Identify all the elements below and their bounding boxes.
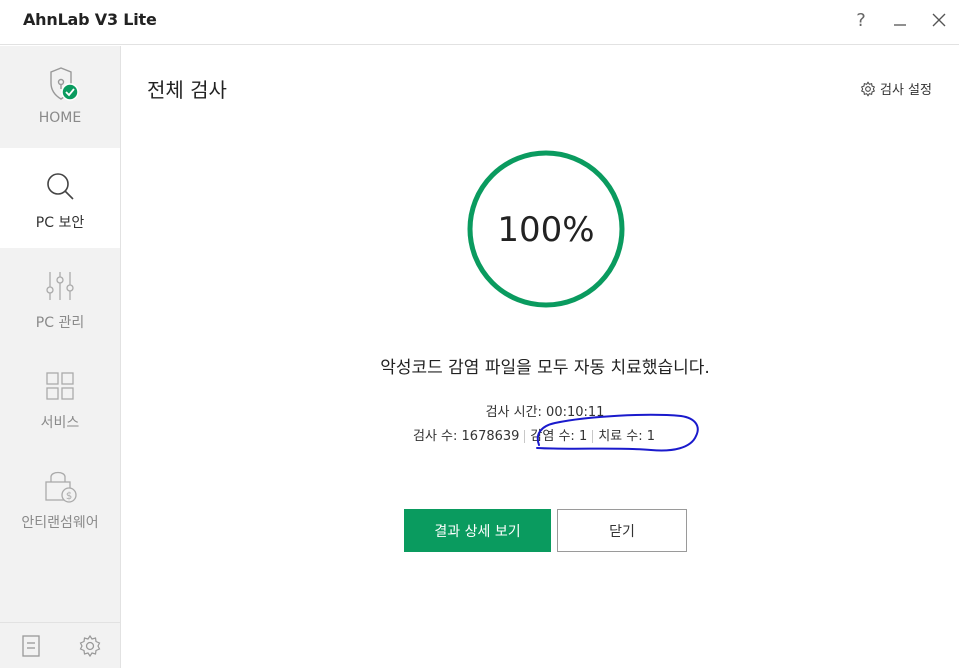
lock-dollar-icon: $ <box>40 466 80 506</box>
scan-time: 검사 시간: 00:10:11 <box>485 405 605 420</box>
sidebar-item-label: PC 관리 <box>35 315 85 331</box>
search-icon <box>40 166 80 206</box>
sidebar-item-pc-management[interactable]: PC 관리 <box>0 248 120 348</box>
scan-count: 검사 수: 1678639 <box>413 429 520 444</box>
minimize-button[interactable] <box>888 8 912 32</box>
sidebar-item-home[interactable]: HOME <box>0 46 120 146</box>
divider <box>592 430 594 443</box>
scan-settings-label: 검사 설정 <box>880 83 932 98</box>
gear-icon <box>860 80 876 97</box>
cured-count: 치료 수: 1 <box>598 429 656 444</box>
sidebar-item-service[interactable]: 서비스 <box>0 348 120 448</box>
shield-check-icon <box>40 64 80 104</box>
close-button[interactable] <box>927 8 951 32</box>
title-bar: AhnLab V3 Lite ? <box>0 0 959 45</box>
grid-icon <box>40 366 80 406</box>
sidebar-item-label: 서비스 <box>40 415 80 431</box>
sidebar-item-label: PC 보안 <box>35 215 85 231</box>
help-button[interactable]: ? <box>849 8 873 32</box>
sliders-icon <box>40 266 80 306</box>
sidebar-item-label: HOME <box>38 110 82 126</box>
scan-counts: 검사 수: 1678639 감염 수: 1 치료 수: 1 <box>413 425 655 444</box>
infected-count: 감염 수: 1 <box>530 429 588 444</box>
view-results-button[interactable]: 결과 상세 보기 <box>404 509 551 552</box>
sidebar-item-label: 안티랜섬웨어 <box>21 515 99 531</box>
result-message: 악성코드 감염 파일을 모두 자동 치료했습니다. <box>380 358 710 378</box>
sidebar-footer <box>0 622 120 668</box>
close-icon <box>932 13 946 27</box>
gear-icon[interactable] <box>78 634 102 662</box>
svg-text:$: $ <box>66 491 72 502</box>
document-icon[interactable] <box>20 634 42 662</box>
progress-percent: 100% <box>497 210 595 250</box>
help-icon: ? <box>856 9 866 31</box>
close-button[interactable]: 닫기 <box>557 509 687 552</box>
sidebar-item-pc-security[interactable]: PC 보안 <box>0 148 120 248</box>
minimize-icon <box>894 24 906 26</box>
sidebar-item-anti-ransomware[interactable]: $ 안티랜섬웨어 <box>0 448 120 548</box>
divider <box>524 430 526 443</box>
scan-settings-link[interactable]: 검사 설정 <box>860 79 932 98</box>
sidebar: HOME PC 보안 PC 관리 서비스 $ 안티랜섬웨어 <box>0 46 121 668</box>
page-title: 전체 검사 <box>147 78 227 102</box>
app-title: AhnLab V3 Lite <box>23 10 157 29</box>
